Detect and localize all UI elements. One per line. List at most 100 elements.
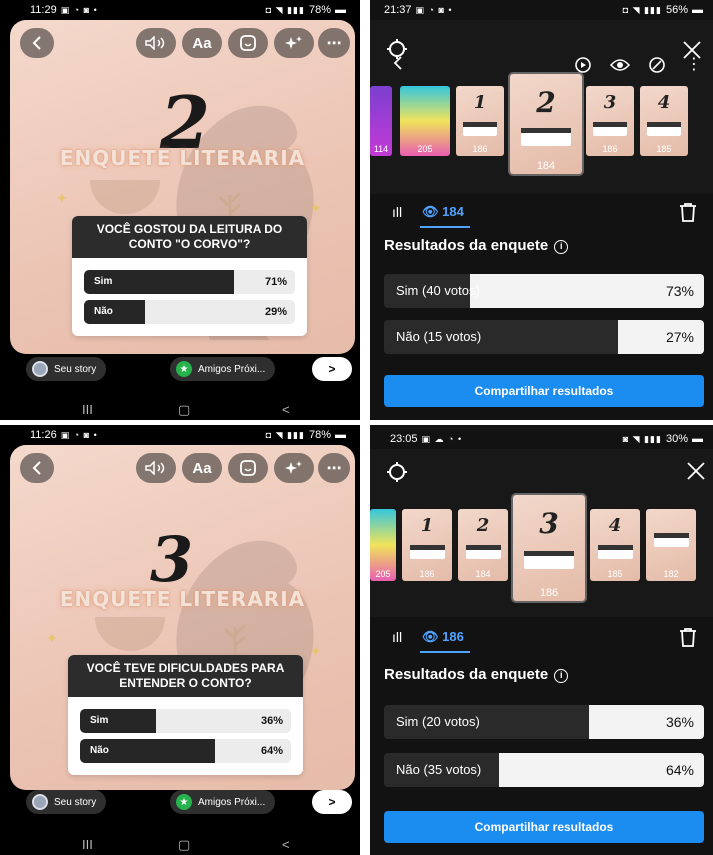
views-tab[interactable]: 👁︎ 186 <box>422 629 464 645</box>
chevron-right-icon: > <box>328 362 336 376</box>
poll-option-sim[interactable]: Sim 36% <box>80 709 291 733</box>
status-bar: 11:26 ▣ ◔ ◙ • ◘ ◥ ▮▮▮ 78% ▬ <box>0 425 360 445</box>
close-friends-button[interactable]: ★ Amigos Próxi... <box>170 357 276 381</box>
more-button[interactable]: ⋯ <box>318 28 350 58</box>
result-bar-nao: Não (15 votos) 27% <box>384 320 704 354</box>
views-tab[interactable]: 👁︎ 184 <box>422 204 464 220</box>
trash-icon[interactable] <box>679 202 697 222</box>
story-editor-panel-3: 11:26 ▣ ◔ ◙ • ◘ ◥ ▮▮▮ 78% ▬ ✦ ✦ Aa ⋯ 3 E… <box>0 425 360 855</box>
avatar <box>32 361 48 377</box>
result-bar-sim: Sim (40 votos) 73% <box>384 274 704 308</box>
plant-decoration <box>223 623 247 655</box>
info-icon[interactable]: i <box>554 669 569 683</box>
replay-icon[interactable] <box>574 56 592 74</box>
your-story-label: Seu story <box>54 796 97 808</box>
story-canvas[interactable]: ✦ ✦ Aa ⋯ 3 ENQUETE LITERARIA VOCÊ TEVE D… <box>10 445 355 790</box>
poll-option-sim[interactable]: Sim 71% <box>84 270 295 294</box>
info-icon[interactable]: i <box>554 240 569 254</box>
back-button[interactable] <box>20 28 54 58</box>
story-thumbnail[interactable]: 2 184 <box>458 509 508 581</box>
mention-icon[interactable] <box>648 56 666 74</box>
story-thumbnail[interactable]: 114 <box>370 86 392 156</box>
poll-sticker[interactable]: VOCÊ GOSTOU DA LEITURA DO CONTO "O CORVO… <box>72 216 307 336</box>
tab-underline <box>420 651 470 653</box>
poll-option-nao[interactable]: Não 29% <box>84 300 295 324</box>
story-thumbnail-current[interactable]: 3 186 <box>513 495 585 601</box>
effects-icon <box>285 461 302 474</box>
battery-level: 78% <box>308 429 331 441</box>
thumbnail-views: 182 <box>663 569 679 579</box>
battery-level: 78% <box>308 4 331 16</box>
status-bar: 23:05 ▣ ☁ ◔ • ◙ ◥ ▮▮▮ 30% ▬ <box>370 429 713 449</box>
thumbnail-number: 4 <box>608 515 622 536</box>
poll-option-nao[interactable]: Não 64% <box>80 739 291 763</box>
story-thumbnail[interactable]: 182 <box>646 509 696 581</box>
bar-chart-icon[interactable]: ıll <box>392 629 402 645</box>
thumbnail-views: 185 <box>656 144 672 154</box>
effects-button[interactable] <box>274 453 314 483</box>
back-button[interactable] <box>20 453 54 483</box>
story-thumbnail[interactable]: 1 186 <box>456 86 504 156</box>
story-thumbnail-current[interactable]: 2 184 <box>510 74 582 174</box>
eye-icon[interactable] <box>610 58 630 72</box>
back-nav-icon[interactable]: < <box>282 837 290 852</box>
next-button[interactable]: > <box>312 790 352 814</box>
result-label: Sim (40 votos) <box>396 283 480 298</box>
thumbnail-poll <box>593 122 627 136</box>
back-nav-icon[interactable]: < <box>282 402 290 417</box>
settings-icon[interactable] <box>386 461 408 483</box>
story-thumbnail[interactable]: 205 <box>400 86 450 156</box>
sound-icon <box>145 36 165 50</box>
story-thumbnail[interactable]: 4 185 <box>590 509 640 581</box>
battery-level: 30% <box>665 433 688 445</box>
thumbnail-poll <box>523 551 575 569</box>
bar-chart-icon[interactable]: ıll <box>392 204 402 220</box>
recents-nav-icon[interactable]: III <box>82 402 93 417</box>
signal-icons: ◘ ◥ ▮▮▮ <box>622 4 662 15</box>
thumbnail-views: 186 <box>539 587 559 599</box>
chevron-right-icon: > <box>328 795 336 809</box>
close-friends-button[interactable]: ★ Amigos Próxi... <box>170 790 276 814</box>
chevron-left-icon[interactable] <box>392 56 404 70</box>
home-nav-icon[interactable]: ▢ <box>178 837 190 853</box>
sticker-button[interactable] <box>228 453 268 483</box>
editor-toolbar: Aa ⋯ <box>10 453 355 487</box>
story-canvas[interactable]: ✦ ✦ Aa ⋯ 2 ENQUETE LITERARIA VOCÊ GOSTOU… <box>10 20 355 354</box>
thumbnail-number: 1 <box>473 92 487 113</box>
story-strip: 205 1 186 2 184 3 186 4 185 182 <box>370 449 713 617</box>
thumbnail-number: 1 <box>420 515 434 536</box>
share-results-button[interactable]: Compartilhar resultados <box>384 811 704 843</box>
story-thumbnail[interactable]: 4 185 <box>640 86 688 156</box>
story-number: 3 <box>150 523 194 596</box>
story-thumbnail[interactable]: 1 186 <box>402 509 452 581</box>
effects-button[interactable] <box>274 28 314 58</box>
status-time: 11:29 <box>30 4 57 16</box>
sticker-button[interactable] <box>228 28 268 58</box>
views-count: 184 <box>442 204 464 219</box>
share-bar: Seu story ★ Amigos Próxi... > <box>0 790 360 820</box>
story-thumbnail[interactable]: 205 <box>370 509 396 581</box>
more-icon: ⋯ <box>326 460 342 477</box>
story-thumbnail[interactable]: 3 186 <box>586 86 634 156</box>
your-story-button[interactable]: Seu story <box>26 357 107 381</box>
close-friends-label: Amigos Próxi... <box>198 363 266 375</box>
poll-option-percent: 29% <box>264 306 287 318</box>
poll-sticker[interactable]: VOCÊ TEVE DIFICULDADES PARA ENTENDER O C… <box>68 655 303 775</box>
text-button[interactable]: Aa <box>182 453 222 483</box>
more-vertical-icon[interactable]: ⋮ <box>686 54 702 74</box>
close-icon[interactable] <box>686 461 706 481</box>
home-nav-icon[interactable]: ▢ <box>178 402 190 418</box>
results-title: Resultados da enquete i <box>384 237 569 254</box>
sound-button[interactable] <box>136 28 176 58</box>
sparkle-icon: ✦ <box>310 200 322 216</box>
share-results-button[interactable]: Compartilhar resultados <box>384 375 704 407</box>
your-story-button[interactable]: Seu story <box>26 790 107 814</box>
thumbnail-poll <box>647 122 681 136</box>
more-button[interactable]: ⋯ <box>318 453 350 483</box>
trash-icon[interactable] <box>679 627 697 647</box>
star-icon: ★ <box>176 794 192 810</box>
recents-nav-icon[interactable]: III <box>82 837 93 852</box>
next-button[interactable]: > <box>312 357 352 381</box>
text-button[interactable]: Aa <box>182 28 222 58</box>
sound-button[interactable] <box>136 453 176 483</box>
